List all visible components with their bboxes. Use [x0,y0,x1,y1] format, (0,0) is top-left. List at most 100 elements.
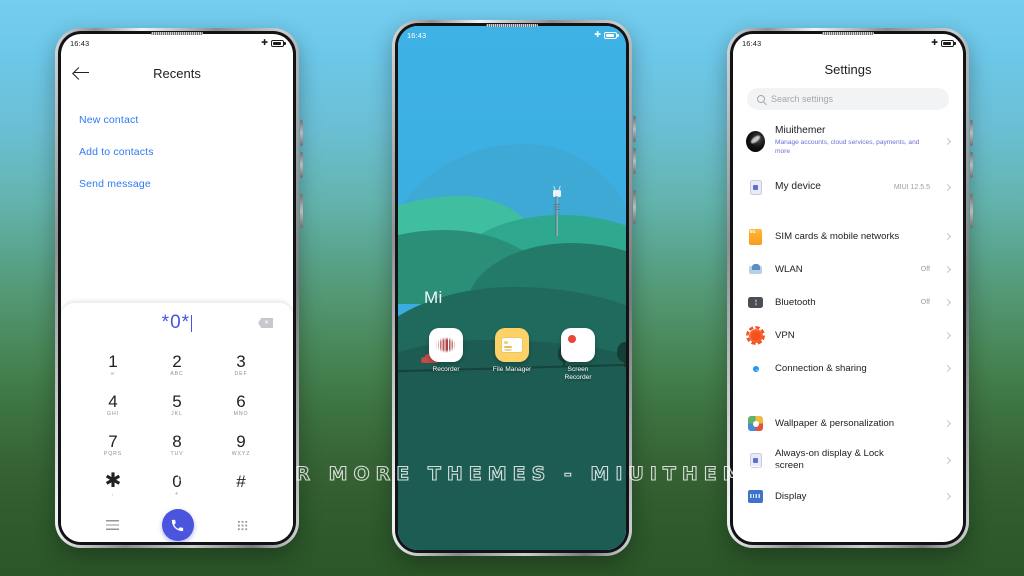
key-sub: , [111,491,115,497]
settings-row-wlan[interactable]: WLAN Off [733,253,963,286]
volume-down-button[interactable] [633,148,636,174]
sim-card-icon [749,228,762,245]
screenshot-stage: 16:43 ✚ Recents New contact Add to conta… [0,0,1024,576]
settings-row-account[interactable]: Miuithemer Manage accounts, cloud servic… [733,120,963,162]
settings-row-wallpaper[interactable]: Wallpaper & personalization [733,407,963,440]
key-digit: 3 [236,351,246,371]
settings-row-my-device[interactable]: My device MIUI 12.5.5 [733,171,963,204]
key-sub: GHI [107,411,119,418]
earpiece-speaker [822,32,874,35]
dialer-bottom-bar [61,505,293,541]
dialer-number: *0* [161,312,191,333]
key-digit: 5 [172,391,182,411]
app-recorder[interactable]: Recorder [423,328,469,383]
backspace-icon[interactable]: ✕ [258,318,273,328]
battery-icon [271,39,286,47]
settings-row-connection-sharing[interactable]: Connection & sharing [733,352,963,385]
app-screen-recorder[interactable]: Screen Recorder [555,328,601,383]
airplane-mode-icon: ✚ [594,30,601,39]
key-7[interactable]: 7 PQRS [81,425,145,465]
app-label: File Manager [492,366,532,373]
link-new-contact[interactable]: New contact [79,104,275,136]
wallpaper-icon [748,416,763,431]
key-sub: MNO [233,411,249,418]
volume-up-button[interactable] [633,116,636,142]
chevron-right-icon [943,492,952,501]
chevron-right-icon [943,183,952,192]
status-time: 16:43 [742,38,762,48]
status-bar-middle: 16:43 ✚ [398,26,626,44]
app-dock: Recorder File Manager Screen Recorder [398,328,626,383]
app-label: Screen Recorder [564,366,592,382]
dialer-action-links: New contact Add to contacts Send message [61,94,293,200]
keypad-grid-icon[interactable] [236,519,248,531]
key-digit: 9 [236,431,246,451]
key-9[interactable]: 9 WXYZ [209,425,273,465]
keypad-sheet: *0* ✕ 1 ∞ 2 ABC 3 DEF 4 GHI 5 JKL 6 MNO … [61,302,293,542]
app-label: Recorder [432,366,460,373]
power-button[interactable] [633,190,636,224]
volume-up-button[interactable] [970,120,973,146]
settings-row-bluetooth[interactable]: Bluetooth Off [733,286,963,319]
settings-label: Display [775,490,807,502]
call-log-list-icon[interactable] [106,520,120,530]
search-input[interactable]: Search settings [747,88,949,110]
volume-down-button[interactable] [970,152,973,178]
chevron-right-icon [943,137,952,145]
wlan-icon [748,263,763,277]
settings-row-sim-cards[interactable]: SIM cards & mobile networks [733,220,963,253]
key-sub: WXYZ [231,451,251,458]
vpn-icon [748,328,763,343]
screen-recorder-icon [561,328,595,362]
link-add-to-contacts[interactable]: Add to contacts [79,136,275,168]
chevron-right-icon [943,265,952,274]
chevron-right-icon [943,419,952,428]
search-icon [757,95,765,103]
battery-icon [941,39,956,47]
chevron-right-icon [943,364,952,373]
account-name: Miuithemer [775,125,826,137]
key-digit: 7 [108,431,118,451]
settings-label: Wallpaper & personalization [775,417,895,429]
recorder-icon [429,328,463,362]
key-sub: TUV [170,451,184,458]
search-placeholder: Search settings [771,94,834,104]
power-button[interactable] [300,194,303,228]
volume-down-button[interactable] [300,152,303,178]
key-digit: 1 [108,351,118,371]
settings-label: My device [775,181,821,193]
key-3[interactable]: 3 DEF [209,345,273,385]
earpiece-speaker [486,24,538,27]
key-1[interactable]: 1 ∞ [81,345,145,385]
text-caret [191,314,193,332]
dialer-appbar: Recents [61,52,293,94]
key-5[interactable]: 5 JKL [145,385,209,425]
airplane-mode-icon: ✚ [261,38,268,47]
phone-call-icon[interactable] [161,509,194,541]
key-2[interactable]: 2 ABC [145,345,209,385]
dialer-input-row[interactable]: *0* ✕ [61,303,293,343]
file-manager-icon [495,328,529,362]
status-bar-right: 16:43 ✚ [733,34,963,52]
key-4[interactable]: 4 GHI [81,385,145,425]
settings-label: Bluetooth [775,296,816,308]
key-digit: 4 [108,391,118,411]
watermark-text: VISIT FOR MORE THEMES - MIUITHEMER.COM [156,462,868,485]
settings-value: MIUI 12.5.5 [893,184,930,191]
link-send-message[interactable]: Send message [79,168,275,200]
settings-label: Connection & sharing [775,362,867,374]
back-arrow-icon[interactable] [73,64,91,82]
chevron-right-icon [943,232,952,241]
connection-sharing-icon [749,362,763,376]
power-button[interactable] [970,194,973,228]
settings-label: VPN [775,329,795,341]
settings-row-vpn[interactable]: VPN [733,319,963,352]
status-time: 16:43 [407,30,427,40]
page-title: Recents [153,65,201,81]
key-8[interactable]: 8 TUV [145,425,209,465]
key-6[interactable]: 6 MNO [209,385,273,425]
app-file-manager[interactable]: File Manager [489,328,535,383]
volume-up-button[interactable] [300,120,303,146]
battery-icon [604,31,619,39]
key-sub: ABC [170,371,184,378]
